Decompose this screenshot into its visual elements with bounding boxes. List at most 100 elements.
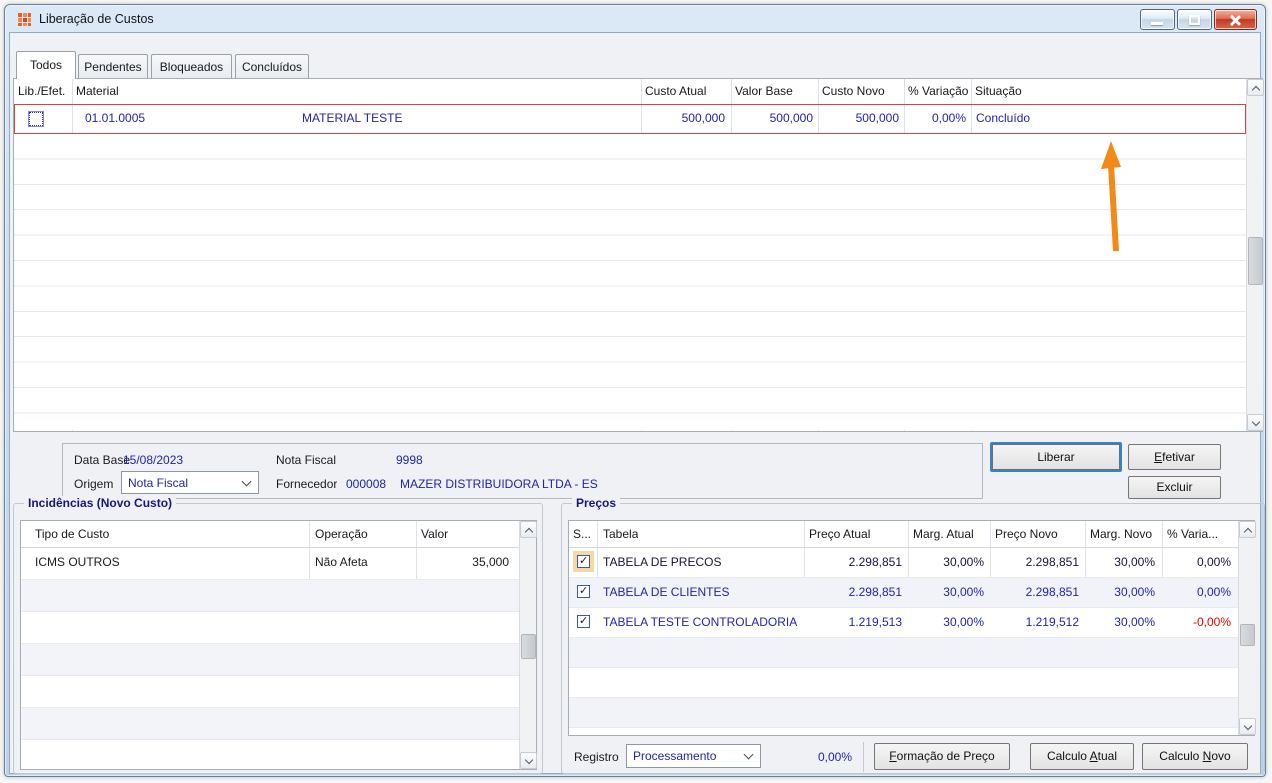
tab-todos-label: Todos [29,58,63,72]
col-variacao[interactable]: % Variação [908,84,968,98]
fornecedor-code: 000008 [346,477,387,491]
preco-novo-value: 1.219,512 [1025,615,1079,629]
valor-value: 35,000 [472,555,509,569]
tab-concluidos[interactable]: Concluídos [235,54,309,79]
material-code: 01.01.0005 [85,111,146,125]
tabela-name: TABELA TESTE CONTROLADORIA [603,615,798,629]
origem-combo[interactable]: Nota Fiscal [121,471,259,494]
preco-atual-value: 2.298,851 [848,585,902,599]
screen: Liberação de Custos Todos Pendentes Bloq… [0,0,1272,783]
tipo-custo-value: ICMS OUTROS [35,555,120,569]
efetivar-button[interactable]: Efetivar [1128,444,1221,470]
col-tabela[interactable]: Tabela [603,527,638,541]
precos-table: S... Tabela Preço Atual Marg. Atual Preç… [568,520,1256,736]
scroll-up-icon[interactable] [1239,521,1256,538]
registro-label: Registro [574,750,619,764]
excluir-label: Excluir [1156,480,1193,494]
origem-label: Origem [74,477,114,491]
calculo-novo-button[interactable]: Calculo Novo [1142,743,1248,770]
excluir-button[interactable]: Excluir [1128,476,1221,499]
tabela-name: TABELA DE PRECOS [603,555,722,569]
row-checkbox[interactable]: ✓ [577,585,590,598]
marg-novo-value: 30,00% [1114,555,1155,569]
materials-grid: Lib./Efet. Material Custo Atual Valor Ba… [13,78,1264,432]
row-checkbox[interactable]: ✓ [577,555,590,568]
col-varia[interactable]: % Varia... [1167,527,1218,541]
scroll-down-icon[interactable] [520,752,537,769]
col-material[interactable]: Material [76,84,119,98]
incidencias-title: Incidências (Novo Custo) [24,496,177,510]
col-tipo-custo[interactable]: Tipo de Custo [35,527,109,541]
fornecedor-name: MAZER DISTRIBUIDORA LTDA - ES [400,477,598,491]
col-marg-novo[interactable]: Marg. Novo [1090,527,1152,541]
grid-scrollbar[interactable] [1246,79,1264,431]
minimize-icon [1151,22,1163,25]
col-valor-base[interactable]: Valor Base [735,84,793,98]
tab-todos[interactable]: Todos [16,51,76,79]
marg-novo-value: 30,00% [1114,615,1155,629]
col-custo-novo[interactable]: Custo Novo [822,84,885,98]
incidencias-scrollbar-thumb[interactable] [521,634,536,659]
tab-concluidos-label: Concluídos [241,60,303,74]
total-percent: 0,00% [817,750,852,764]
table-row-selected[interactable]: 01.01.0005 MATERIAL TESTE 500,000 500,00… [14,104,1246,134]
formacao-rest: ormação de Preço [896,749,995,763]
variacao-value: 0,00% [1196,555,1231,569]
marg-atual-value: 30,00% [943,615,984,629]
close-icon [1229,14,1241,26]
col-valor[interactable]: Valor [421,527,448,541]
preco-atual-value: 2.298,851 [848,555,902,569]
registro-combo[interactable]: Processamento [626,744,761,768]
col-preco-novo[interactable]: Preço Novo [995,527,1058,541]
tab-pendentes[interactable]: Pendentes [78,54,148,79]
liberar-button[interactable]: Liberar [990,442,1122,472]
close-button[interactable] [1214,9,1257,30]
minimize-button[interactable] [1140,9,1175,30]
client-area: Todos Pendentes Bloqueados Concluídos Li… [9,32,1265,774]
calculo-atual-pre: Calculo [1046,749,1090,763]
col-marg-atual[interactable]: Marg. Atual [913,527,974,541]
col-preco-atual[interactable]: Preço Atual [809,527,870,541]
app-icon [17,12,32,27]
col-custo-atual[interactable]: Custo Atual [645,84,706,98]
precos-title: Preços [572,496,621,510]
calculo-atual-button[interactable]: Calculo Atual [1030,743,1134,770]
calculo-atual-accel: A [1089,749,1098,763]
preco-atual-value: 1.219,513 [848,615,902,629]
preco-novo-value: 2.298,851 [1025,555,1079,569]
scroll-up-icon[interactable] [520,521,537,538]
tab-bloqueados[interactable]: Bloqueados [151,54,232,79]
marg-novo-value: 30,00% [1114,585,1155,599]
incidencias-group: Incidências (Novo Custo) Tipo de Custo O… [13,496,543,774]
row-checkbox[interactable] [28,111,44,127]
scroll-up-icon[interactable] [1247,79,1264,96]
col-situacao[interactable]: Situação [975,84,1022,98]
annotation-arrow [1101,141,1121,252]
custo-novo-value: 500,000 [855,111,899,125]
app-window: Liberação de Custos Todos Pendentes Bloq… [4,4,1266,777]
formacao-preco-button[interactable]: Formação de Preço [874,743,1010,770]
calculo-novo-rest: ovo [1211,749,1231,763]
col-operacao[interactable]: Operação [315,527,368,541]
precos-scrollbar-thumb[interactable] [1240,624,1255,646]
tabela-name: TABELA DE CLIENTES [603,585,730,599]
titlebar[interactable]: Liberação de Custos [5,5,1265,33]
marg-atual-value: 30,00% [943,585,984,599]
precos-scrollbar[interactable] [1238,521,1256,735]
situacao-value: Concluído [976,111,1031,125]
precos-group: Preços S... Tabela Preço Atual Marg. Atu… [561,496,1265,774]
scroll-down-icon[interactable] [1247,414,1264,431]
variacao-value: -0,00% [1192,615,1231,629]
col-lib-efet[interactable]: Lib./Efet. [18,84,65,98]
data-base-value: 15/08/2023 [123,453,184,467]
grid-scrollbar-thumb[interactable] [1248,237,1263,285]
checkbox-checked-icon: ✓ [579,555,589,567]
efetivar-accel: E [1154,450,1163,464]
incidencias-scrollbar[interactable] [519,521,537,769]
variacao-value: 0,00% [1196,585,1231,599]
scroll-down-icon[interactable] [1239,718,1256,735]
origem-value: Nota Fiscal [128,475,189,490]
row-checkbox[interactable]: ✓ [577,615,590,628]
maximize-button[interactable] [1177,9,1212,30]
col-sel[interactable]: S... [573,527,591,541]
